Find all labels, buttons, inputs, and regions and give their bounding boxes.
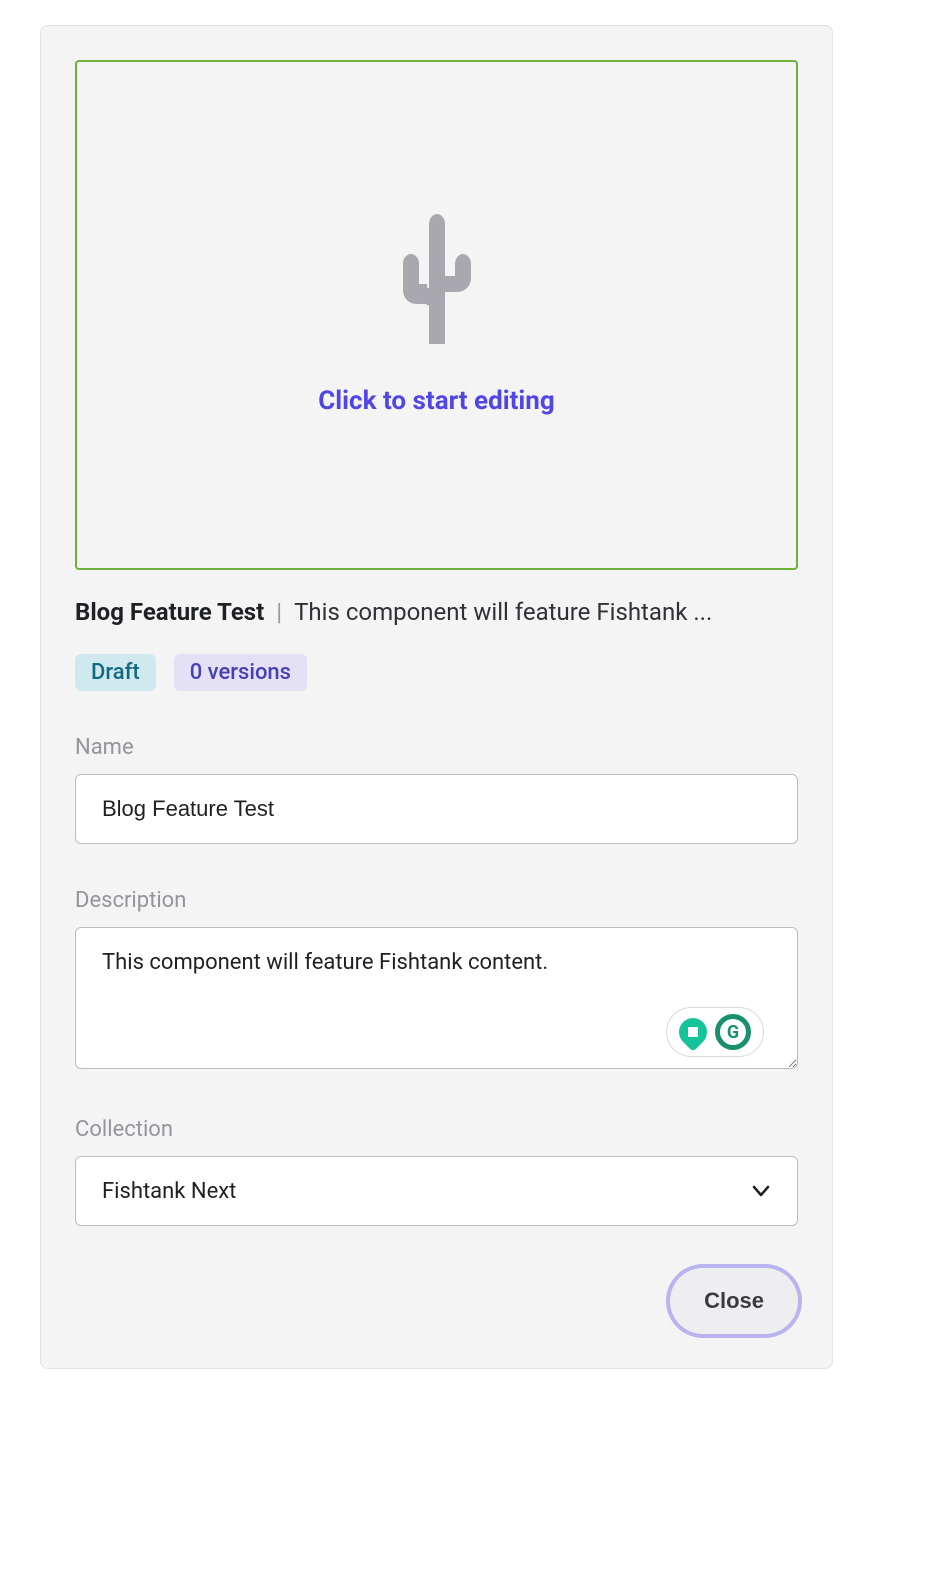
description-label: Description: [75, 888, 798, 913]
close-button[interactable]: Close: [670, 1268, 798, 1334]
component-description-preview: This component will feature Fishtank ...: [294, 598, 712, 626]
chevron-down-icon: [751, 1181, 771, 1201]
preview-cta-text: Click to start editing: [318, 386, 554, 416]
component-header: Blog Feature Test | This component will …: [75, 598, 798, 626]
collection-select-wrap: Fishtank Next: [75, 1156, 798, 1226]
cactus-icon: [391, 214, 483, 348]
lightbulb-icon: [673, 1012, 713, 1052]
status-badge-versions: 0 versions: [174, 654, 307, 691]
collection-select[interactable]: Fishtank Next: [75, 1156, 798, 1226]
editor-panel: Click to start editing Blog Feature Test…: [40, 25, 833, 1369]
grammarly-icon: G: [715, 1014, 751, 1050]
collection-selected-value: Fishtank Next: [102, 1179, 236, 1204]
status-badges: Draft 0 versions: [75, 654, 798, 691]
component-title: Blog Feature Test: [75, 598, 264, 626]
grammarly-widget[interactable]: G: [666, 1007, 764, 1057]
collection-label: Collection: [75, 1117, 798, 1142]
preview-area[interactable]: Click to start editing: [75, 60, 798, 570]
name-label: Name: [75, 735, 798, 760]
dialog-actions: Close: [75, 1268, 798, 1334]
status-badge-draft: Draft: [75, 654, 156, 691]
title-separator: |: [276, 598, 282, 626]
description-wrap: G: [75, 927, 798, 1073]
name-input[interactable]: [75, 774, 798, 844]
